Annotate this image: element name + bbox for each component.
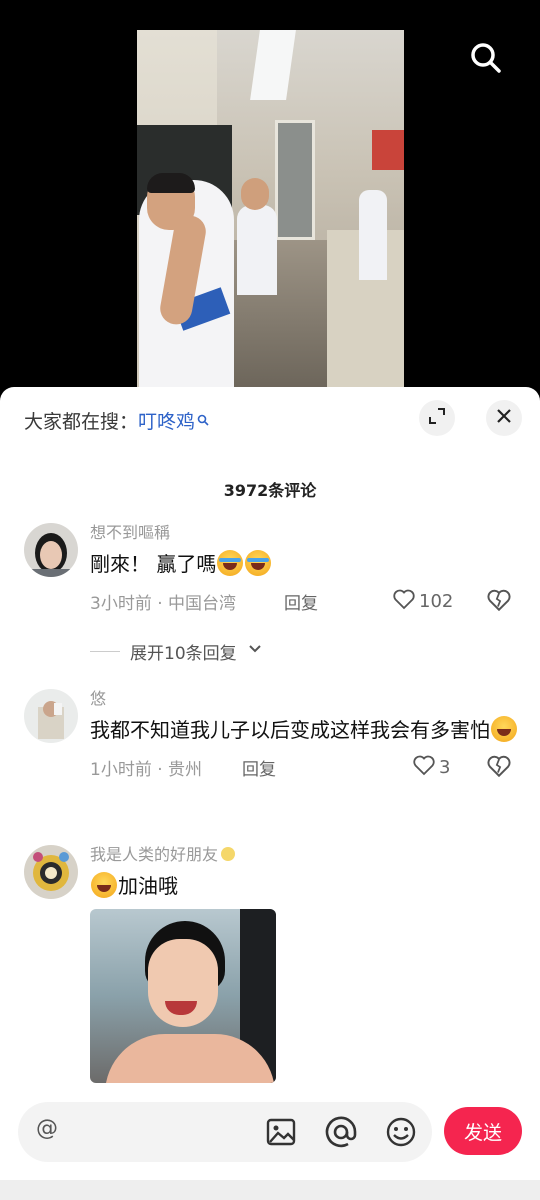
comments-count: 3972条评论 xyxy=(223,481,317,500)
comment-text-row: 加油哦 xyxy=(90,869,520,903)
video-person-hair xyxy=(147,173,195,193)
image-icon[interactable] xyxy=(264,1115,298,1149)
video-door xyxy=(275,120,315,240)
comment-text: 加油哦 xyxy=(118,874,178,898)
trending-prefix: 大家都在搜： xyxy=(24,411,139,433)
like-count: 3 xyxy=(439,757,451,778)
reply-button[interactable]: 回复 xyxy=(242,755,276,780)
like-count: 102 xyxy=(419,591,454,612)
bottom-area xyxy=(0,1180,540,1200)
expand-icon xyxy=(428,407,446,429)
expand-replies[interactable]: 展开10条回复 xyxy=(90,639,263,664)
laugh-cry-emoji-icon xyxy=(217,550,244,576)
broken-heart-icon xyxy=(486,755,512,784)
laugh-cry-emoji-icon xyxy=(245,550,272,576)
send-button[interactable]: 发送 xyxy=(444,1107,522,1155)
comment-username[interactable]: 想不到嘔稱 xyxy=(90,523,520,543)
close-button[interactable] xyxy=(486,400,522,436)
close-icon xyxy=(496,408,512,428)
scared-emoji-icon xyxy=(491,716,517,742)
search-icon xyxy=(197,409,209,426)
sun-icon xyxy=(221,847,236,861)
like-button[interactable]: 3 xyxy=(412,753,450,782)
comment-username-text: 我是人类的好朋友 xyxy=(90,845,219,864)
search-icon[interactable] xyxy=(468,40,504,76)
trending-term[interactable]: 叮咚鸡 xyxy=(138,411,195,433)
expand-button[interactable] xyxy=(419,400,455,436)
comment-text-row: 我都不知道我儿子以后变成这样我会有多害怕 xyxy=(90,713,520,747)
dislike-button[interactable] xyxy=(486,587,512,613)
emoji-icon[interactable] xyxy=(384,1115,418,1149)
comment-time-location: 3小时前 · 中国台湾 xyxy=(90,594,237,614)
comment-text: 剛來！ 贏了嗎 xyxy=(90,552,217,576)
reply-button[interactable]: 回复 xyxy=(284,589,318,614)
comment-image[interactable] xyxy=(90,909,276,1083)
comment-text: 我都不知道我儿子以后变成这样我会有多害怕 xyxy=(90,718,490,742)
comment-text-row: 剛來！ 贏了嗎 xyxy=(90,547,520,581)
video-light xyxy=(250,30,296,100)
expand-replies-label: 展开10条回复 xyxy=(130,643,237,664)
comment-username[interactable]: 悠 xyxy=(90,689,520,709)
divider xyxy=(90,650,120,652)
avatar[interactable] xyxy=(24,689,78,743)
comment-input[interactable]: @ xyxy=(36,1116,58,1141)
video-person-head xyxy=(241,178,269,210)
comment-username[interactable]: 我是人类的好朋友 xyxy=(90,845,520,865)
video-person xyxy=(237,205,277,295)
comment-meta: 1小时前 · 贵州 回复 3 xyxy=(90,753,520,781)
video-player[interactable] xyxy=(137,30,404,390)
comment-meta: 3小时前 · 中国台湾 回复 102 xyxy=(90,587,520,615)
heart-icon xyxy=(392,587,416,616)
chevron-down-icon xyxy=(247,641,263,662)
at-icon[interactable] xyxy=(324,1115,358,1149)
avatar[interactable] xyxy=(24,845,78,899)
screen: 大家都在搜：叮咚鸡 3972条评论 想不到嘔稱 剛來！ 贏了嗎 3小时前 · 中… xyxy=(0,0,540,1200)
grin-sweat-emoji-icon xyxy=(91,872,117,898)
heart-icon xyxy=(412,753,436,782)
trending-search[interactable]: 大家都在搜：叮咚鸡 xyxy=(24,407,209,434)
comment-input-bar[interactable]: @ xyxy=(18,1102,432,1162)
avatar[interactable] xyxy=(24,523,78,577)
like-button[interactable]: 102 xyxy=(392,587,453,616)
comment-time-location: 1小时前 · 贵州 xyxy=(90,760,203,780)
comment-panel: 大家都在搜：叮咚鸡 3972条评论 想不到嘔稱 剛來！ 贏了嗎 3小时前 · 中… xyxy=(0,387,540,1200)
dislike-button[interactable] xyxy=(486,753,512,779)
broken-heart-icon xyxy=(486,589,512,618)
video-poster xyxy=(372,130,404,170)
video-person xyxy=(359,190,387,280)
